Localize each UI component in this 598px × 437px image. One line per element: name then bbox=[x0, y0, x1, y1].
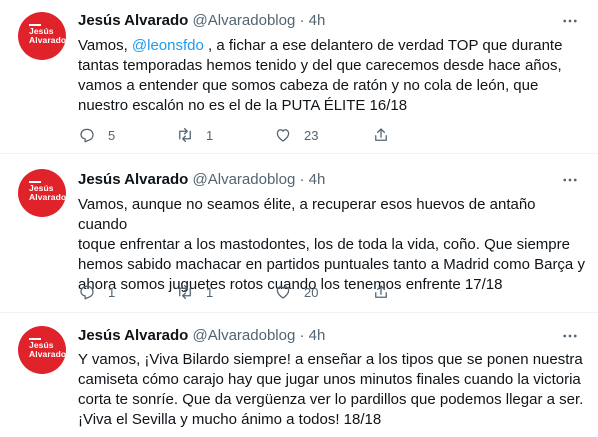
avatar-logo-text: Jesús Alvarado bbox=[29, 26, 66, 45]
avatar-logo: Jesús Alvarado bbox=[29, 338, 66, 359]
avatar[interactable]: Jesús Alvarado bbox=[18, 326, 66, 374]
tweet-time[interactable]: 4h bbox=[309, 171, 326, 188]
avatar-logo: Jesús Alvarado bbox=[29, 181, 66, 202]
tweet-text: Y vamos, ¡Viva Bilardo siempre! a enseña… bbox=[78, 351, 584, 428]
tweet[interactable]: Jesús Alvarado Jesús Alvarado @Alvaradob… bbox=[0, 0, 598, 154]
avatar-logo: Jesús Alvarado bbox=[29, 24, 66, 45]
reply-button[interactable]: 1 bbox=[78, 282, 115, 302]
reply-icon bbox=[80, 285, 94, 300]
tweet-header: Jesús Alvarado @Alvaradoblog · 4h bbox=[78, 170, 325, 190]
tweet[interactable]: Jesús Alvarado Jesús Alvarado @Alvaradob… bbox=[0, 154, 598, 313]
more-options-icon[interactable] bbox=[560, 326, 580, 346]
tweet-text: Vamos, aunque no seamos élite, a recuper… bbox=[78, 196, 585, 293]
avatar[interactable]: Jesús Alvarado bbox=[18, 169, 66, 217]
tweet-header: Jesús Alvarado @Alvaradoblog · 4h bbox=[78, 326, 325, 346]
retweet-icon bbox=[179, 127, 191, 143]
tweet-time[interactable]: 4h bbox=[309, 327, 326, 344]
tweet-time[interactable]: 4h bbox=[309, 12, 326, 29]
like-button[interactable]: 20 bbox=[274, 282, 318, 302]
author-handle[interactable]: @Alvaradoblog bbox=[193, 171, 296, 188]
like-count: 23 bbox=[304, 127, 319, 143]
like-button[interactable]: 23 bbox=[274, 125, 318, 145]
reply-count: 1 bbox=[108, 284, 116, 300]
share-button[interactable] bbox=[372, 282, 390, 302]
avatar-logo-text: Jesús Alvarado bbox=[29, 183, 66, 202]
more-options-icon[interactable] bbox=[560, 11, 580, 31]
author-name[interactable]: Jesús Alvarado bbox=[78, 327, 188, 344]
tweet-header: Jesús Alvarado @Alvaradoblog · 4h bbox=[78, 11, 325, 31]
reply-count: 5 bbox=[108, 127, 116, 143]
reply-button[interactable]: 5 bbox=[78, 125, 115, 145]
share-icon bbox=[375, 285, 387, 298]
share-button[interactable] bbox=[372, 125, 390, 145]
avatar[interactable]: Jesús Alvarado bbox=[18, 12, 66, 60]
share-icon bbox=[375, 128, 387, 141]
author-name[interactable]: Jesús Alvarado bbox=[78, 171, 188, 188]
separator-dot: · bbox=[299, 327, 305, 344]
author-name[interactable]: Jesús Alvarado bbox=[78, 12, 188, 29]
retweet-icon bbox=[179, 284, 191, 300]
retweet-count: 1 bbox=[206, 127, 214, 143]
tweet-thread: Jesús Alvarado Jesús Alvarado @Alvaradob… bbox=[0, 0, 598, 437]
like-icon bbox=[276, 286, 290, 299]
retweet-button[interactable]: 1 bbox=[176, 125, 213, 145]
reply-icon bbox=[80, 128, 94, 143]
author-handle[interactable]: @Alvaradoblog bbox=[193, 12, 296, 29]
retweet-button[interactable]: 1 bbox=[176, 282, 213, 302]
like-icon bbox=[276, 129, 290, 142]
mention-link[interactable]: @leonsfdo bbox=[132, 37, 204, 54]
tweet-text-part: Vamos, bbox=[78, 37, 132, 54]
avatar-logo-text: Jesús Alvarado bbox=[29, 340, 66, 359]
author-handle[interactable]: @Alvaradoblog bbox=[193, 327, 296, 344]
tweet[interactable]: Jesús Alvarado Jesús Alvarado @Alvaradob… bbox=[0, 313, 598, 437]
separator-dot: · bbox=[299, 12, 305, 29]
separator-dot: · bbox=[299, 171, 305, 188]
retweet-count: 1 bbox=[206, 284, 214, 300]
tweet-text: Vamos, @leonsfdo , a fichar a ese delant… bbox=[78, 36, 588, 116]
more-options-icon[interactable] bbox=[560, 170, 580, 190]
like-count: 20 bbox=[304, 284, 319, 300]
